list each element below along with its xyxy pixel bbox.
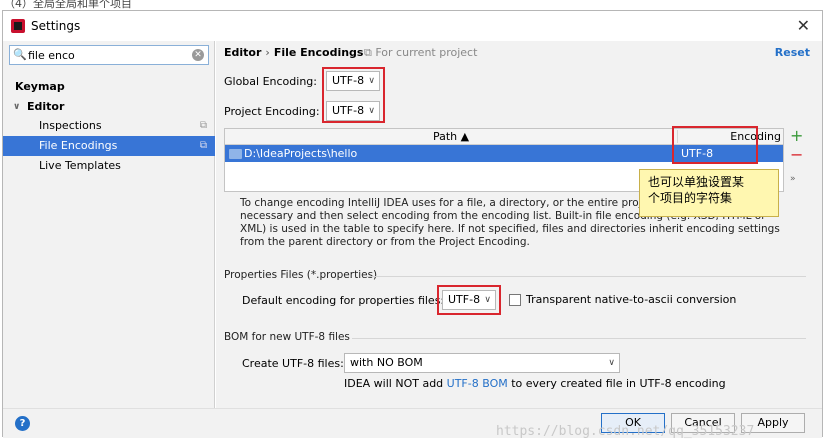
search-box[interactable]: 🔍 ✕	[9, 45, 209, 65]
reset-link[interactable]: Reset	[775, 46, 810, 59]
project-scope-icon: ⧉	[199, 120, 207, 131]
for-project-label: For current project	[375, 46, 478, 59]
help-icon[interactable]: ?	[15, 416, 30, 431]
sidebar-item-label: Inspections	[39, 119, 102, 132]
project-scope-icon: ⧉	[364, 46, 376, 59]
project-encoding-label: Project Encoding:	[224, 105, 320, 118]
chevron-down-icon: ∨	[368, 106, 375, 116]
global-encoding-label: Global Encoding:	[224, 75, 317, 88]
bom-label: Create UTF-8 files:	[242, 357, 344, 370]
breadcrumb-parent[interactable]: Editor	[224, 46, 261, 59]
transparent-conversion-checkbox[interactable]	[509, 294, 521, 306]
bom-note-pre: IDEA will NOT add	[344, 377, 444, 390]
close-icon[interactable]: ✕	[797, 16, 810, 35]
bom-note: IDEA will NOT add UTF-8 BOM to every cre…	[344, 377, 726, 390]
intellij-logo-icon	[11, 19, 25, 33]
sidebar-item-file-encodings[interactable]: File Encodings ⧉	[3, 136, 215, 156]
main-panel: Editor › File Encodings ⧉ For current proj…	[216, 41, 822, 408]
sidebar-item-label: Keymap	[15, 80, 65, 93]
title-bar: Settings ✕	[3, 11, 822, 41]
window-title: Settings	[31, 19, 81, 33]
sidebar-item-keymap[interactable]: Keymap	[3, 77, 215, 97]
annotation-callout: 也可以单独设置某 个项目的字符集	[639, 169, 779, 217]
search-icon: 🔍	[13, 48, 27, 61]
row-path: D:\IdeaProjects\hello	[244, 147, 358, 160]
plus-icon[interactable]: +	[790, 126, 803, 145]
watermark: https://blog.csdn.net/qq_35153237	[496, 424, 755, 439]
annotation-red-box	[672, 126, 758, 164]
for-current-project-note: ⧉ For current project	[364, 46, 477, 60]
minus-icon[interactable]: −	[790, 145, 803, 164]
sidebar-item-label: File Encodings	[39, 139, 118, 152]
callout-line-2: 个项目的字符集	[648, 191, 733, 205]
callout-line-1: 也可以单独设置某	[648, 175, 745, 189]
clear-icon[interactable]: ✕	[192, 49, 204, 61]
transparent-conversion-label: Transparent native-to-ascii conversion	[526, 293, 737, 306]
sidebar: 🔍 ✕ Keymap ∨ Editor Inspections ⧉ File E…	[3, 41, 215, 408]
properties-encoding-label: Default encoding for properties files:	[242, 294, 445, 307]
sidebar-item-editor[interactable]: ∨ Editor	[3, 97, 215, 117]
bom-note-post: to every created file in UTF-8 encoding	[511, 377, 726, 390]
search-input[interactable]	[28, 47, 188, 63]
bom-select[interactable]: with NO BOM ∨	[344, 353, 620, 373]
breadcrumb: Editor › File Encodings	[224, 46, 363, 59]
project-encoding-select[interactable]: UTF-8 ∨	[326, 101, 380, 121]
breadcrumb-current: File Encodings	[273, 46, 364, 59]
table-side-buttons: + − »	[786, 126, 810, 192]
column-header-path[interactable]: Path ▲	[225, 130, 677, 143]
group-divider	[352, 338, 806, 339]
sidebar-item-inspections[interactable]: Inspections ⧉	[3, 116, 215, 136]
bom-value: with NO BOM	[350, 356, 423, 369]
sidebar-item-label: Live Templates	[39, 159, 121, 172]
top-strip-text: （4）全局全局和单个项目	[4, 0, 132, 10]
project-scope-icon: ⧉	[199, 140, 207, 151]
chevron-down-icon[interactable]: ∨	[13, 97, 20, 117]
properties-group-title: Properties Files (*.properties)	[224, 269, 378, 281]
annotation-red-box	[437, 285, 501, 315]
breadcrumb-separator: ›	[265, 46, 270, 59]
sidebar-item-live-templates[interactable]: Live Templates	[3, 156, 215, 176]
project-encoding-value: UTF-8	[332, 104, 365, 117]
sidebar-item-label: Editor	[27, 100, 65, 113]
top-strip: （4）全局全局和单个项目	[0, 0, 833, 10]
settings-window: Settings ✕ 🔍 ✕ Keymap ∨ Editor Inspectio…	[2, 10, 823, 438]
utf8-bom-link[interactable]: UTF-8 BOM	[447, 377, 508, 390]
more-icon[interactable]: »	[790, 174, 796, 184]
folder-icon	[229, 149, 242, 159]
group-divider	[366, 276, 806, 277]
bom-group-title: BOM for new UTF-8 files	[224, 331, 350, 343]
chevron-down-icon: ∨	[608, 358, 615, 368]
